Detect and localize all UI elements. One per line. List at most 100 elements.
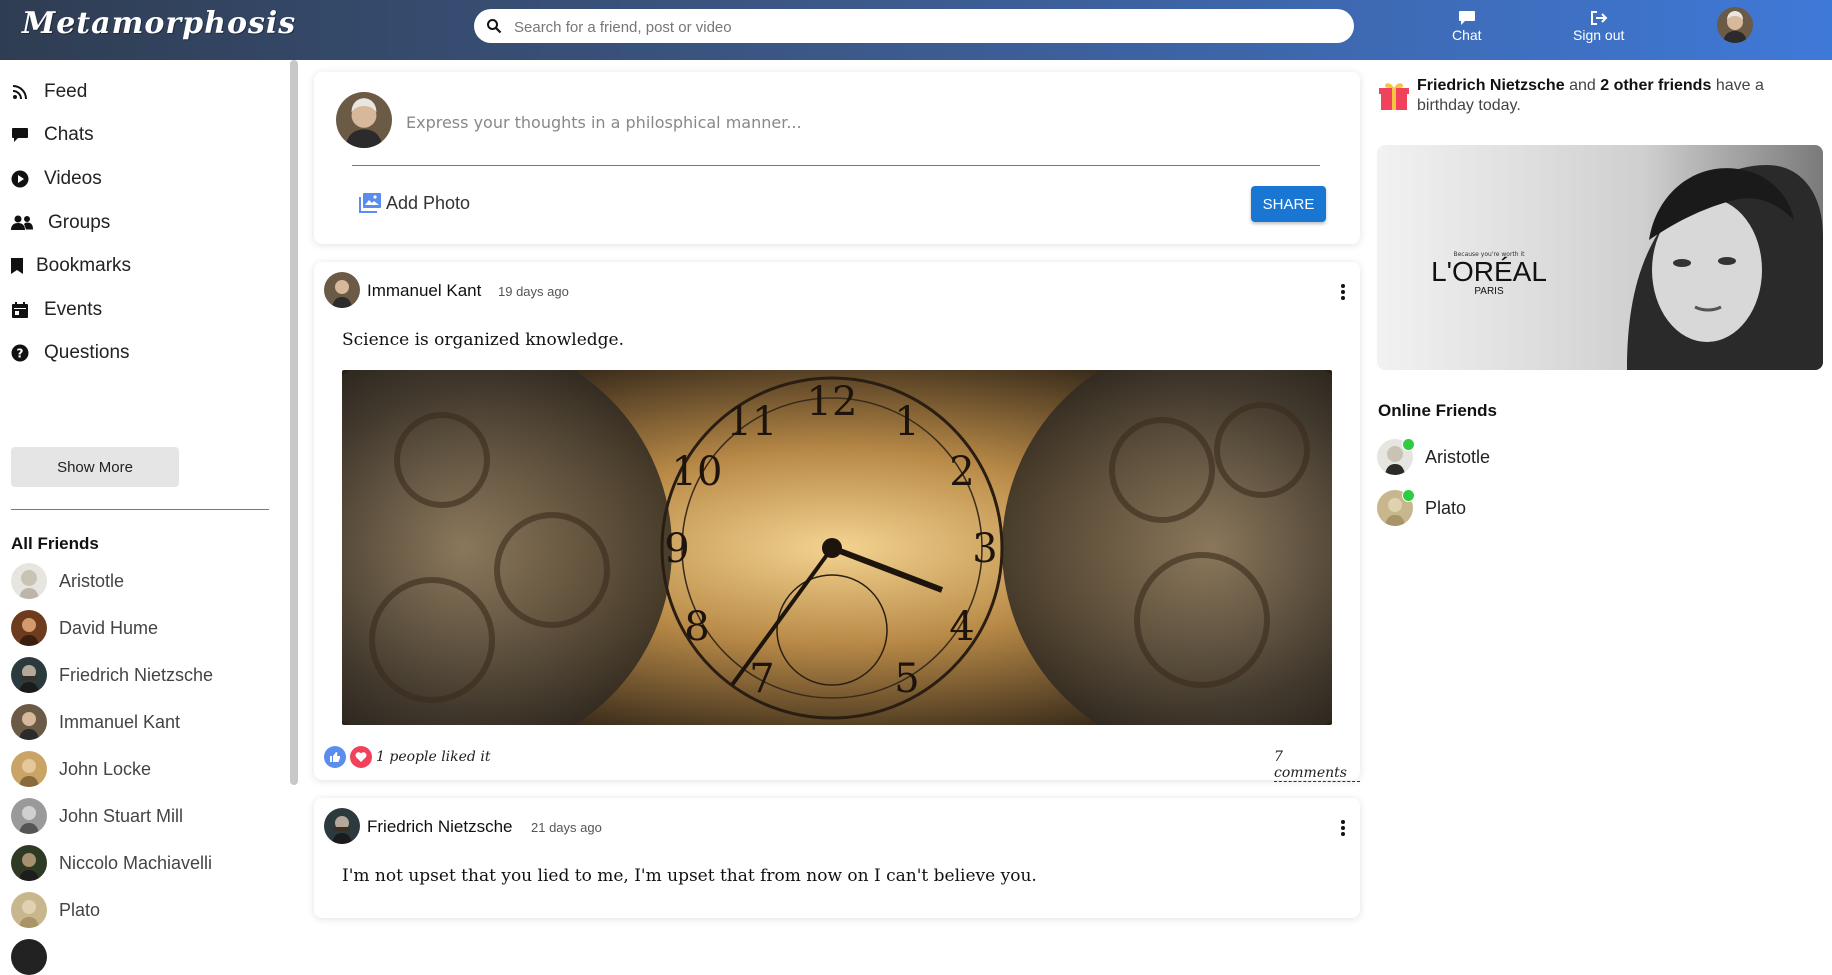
post-reactions[interactable]: 1 people liked it <box>324 746 490 768</box>
friend-name: Niccolo Machiavelli <box>59 852 213 873</box>
friend-list-item[interactable]: Friedrich Nietzsche <box>11 657 213 693</box>
online-friend-item[interactable]: Aristotle <box>1377 438 1491 475</box>
left-sidebar: Feed Chats Videos Groups Bookmarks Event… <box>0 60 290 975</box>
svg-text:9: 9 <box>664 526 689 572</box>
avatar <box>11 845 47 881</box>
user-avatar[interactable] <box>1717 7 1753 43</box>
post-author[interactable]: Immanuel Kant <box>367 281 481 301</box>
birthday-text: Friedrich Nietzsche and 2 other friends … <box>1417 76 1807 116</box>
search-input[interactable] <box>512 16 1336 38</box>
sidebar-scrollbar[interactable] <box>290 60 298 785</box>
ad-subbrand: PARIS <box>1474 286 1504 297</box>
photo-library-icon <box>359 193 381 213</box>
birthday-and: and <box>1569 77 1596 94</box>
friend-list-item[interactable] <box>11 939 59 975</box>
sidebar-item-feed[interactable]: Feed <box>10 77 87 107</box>
svg-text:3: 3 <box>972 526 997 572</box>
friend-list-item[interactable]: Aristotle <box>11 563 124 599</box>
svg-text:12: 12 <box>807 379 858 425</box>
post-image[interactable]: 12 1 2 3 45 78 9 10 11 <box>342 370 1332 725</box>
friend-list-item[interactable]: Plato <box>11 892 100 928</box>
friend-list-item[interactable]: David Hume <box>11 610 158 646</box>
help-icon: ? <box>10 343 30 363</box>
comments-link[interactable]: 7 comments <box>1274 749 1360 782</box>
sidebar-item-videos[interactable]: Videos <box>10 164 102 194</box>
post-timestamp: 19 days ago <box>498 284 569 299</box>
online-friends-heading: Online Friends <box>1378 401 1498 420</box>
svg-text:10: 10 <box>672 449 723 495</box>
avatar <box>11 704 47 740</box>
svg-text:4: 4 <box>949 604 974 650</box>
chat-icon <box>1458 11 1475 25</box>
chat-icon <box>10 125 30 145</box>
heart-icon[interactable] <box>350 746 372 768</box>
share-button[interactable]: SHARE <box>1251 186 1326 222</box>
sidebar-item-events[interactable]: Events <box>10 295 102 325</box>
brand-logo[interactable]: Metamorphosis <box>22 6 296 41</box>
post-text: Science is organized knowledge. <box>342 330 624 350</box>
svg-text:7: 7 <box>749 656 774 702</box>
sidebar-divider <box>11 509 269 510</box>
play-icon <box>10 169 30 189</box>
friend-list-item[interactable]: John Stuart Mill <box>11 798 183 834</box>
group-icon <box>10 213 34 233</box>
friend-name: Aristotle <box>1425 446 1491 467</box>
calendar-icon <box>10 300 30 320</box>
post-composer: Add Photo SHARE <box>314 72 1360 244</box>
friend-name: John Locke <box>59 758 152 779</box>
sidebar-item-label: Questions <box>44 342 130 363</box>
avatar <box>11 751 47 787</box>
friend-name: Immanuel Kant <box>59 711 181 732</box>
avatar <box>11 563 47 599</box>
online-status-dot <box>1402 438 1415 451</box>
composer-divider <box>352 165 1320 166</box>
avatar-wrapper <box>1377 438 1415 475</box>
friend-name: David Hume <box>59 617 159 638</box>
svg-text:?: ? <box>17 347 24 361</box>
rss-icon <box>10 82 30 102</box>
sidebar-item-bookmarks[interactable]: Bookmarks <box>10 251 131 281</box>
sidebar-item-label: Feed <box>44 81 88 102</box>
avatar <box>11 657 47 693</box>
post-author[interactable]: Friedrich Nietzsche <box>367 817 513 837</box>
post-input[interactable] <box>404 110 1308 134</box>
post-card: Friedrich Nietzsche 21 days ago I'm not … <box>314 798 1360 918</box>
all-friends-heading: All Friends <box>11 534 99 553</box>
friend-name: Plato <box>59 899 101 920</box>
post-card: Immanuel Kant 19 days ago Science is org… <box>314 262 1360 782</box>
svg-text:1: 1 <box>894 399 919 445</box>
sign-out-button[interactable]: Sign out <box>1573 10 1624 43</box>
sidebar-item-chats[interactable]: Chats <box>10 120 94 150</box>
more-options-icon[interactable] <box>1340 282 1346 302</box>
top-bar: Metamorphosis Chat Sign out <box>0 0 1832 60</box>
sidebar-item-label: Videos <box>44 168 102 189</box>
avatar <box>11 939 47 975</box>
friend-list-item[interactable]: Niccolo Machiavelli <box>11 845 212 881</box>
avatar-wrapper <box>1377 489 1415 526</box>
avatar <box>11 892 47 928</box>
advertisement-image[interactable]: Because you're worth it L'ORÉAL PARIS <box>1377 145 1823 370</box>
friend-name: Plato <box>1425 497 1467 518</box>
post-text: I'm not upset that you lied to me, I'm u… <box>342 866 1037 886</box>
avatar <box>11 610 47 646</box>
online-friend-item[interactable]: Plato <box>1377 489 1467 526</box>
avatar[interactable] <box>324 808 360 844</box>
post-timestamp: 21 days ago <box>531 820 602 835</box>
chat-button[interactable]: Chat <box>1452 10 1482 43</box>
friend-name: Friedrich Nietzsche <box>59 664 214 685</box>
show-more-button[interactable]: Show More <box>11 447 179 487</box>
friend-list-item[interactable]: John Locke <box>11 751 151 787</box>
birthday-name[interactable]: Friedrich Nietzsche <box>1417 77 1565 94</box>
sidebar-item-questions[interactable]: ? Questions <box>10 338 130 368</box>
bookmark-icon <box>10 256 24 276</box>
add-photo-button[interactable]: Add Photo <box>358 192 470 214</box>
avatar[interactable] <box>324 272 360 308</box>
online-status-dot <box>1402 489 1415 502</box>
search-bar[interactable] <box>474 9 1354 43</box>
sidebar-item-groups[interactable]: Groups <box>10 208 110 238</box>
birthday-others[interactable]: 2 other friends <box>1600 77 1711 94</box>
thumbs-up-icon[interactable] <box>324 746 346 768</box>
friend-list-item[interactable]: Immanuel Kant <box>11 704 180 740</box>
more-options-icon[interactable] <box>1340 818 1346 838</box>
svg-text:11: 11 <box>727 399 778 445</box>
